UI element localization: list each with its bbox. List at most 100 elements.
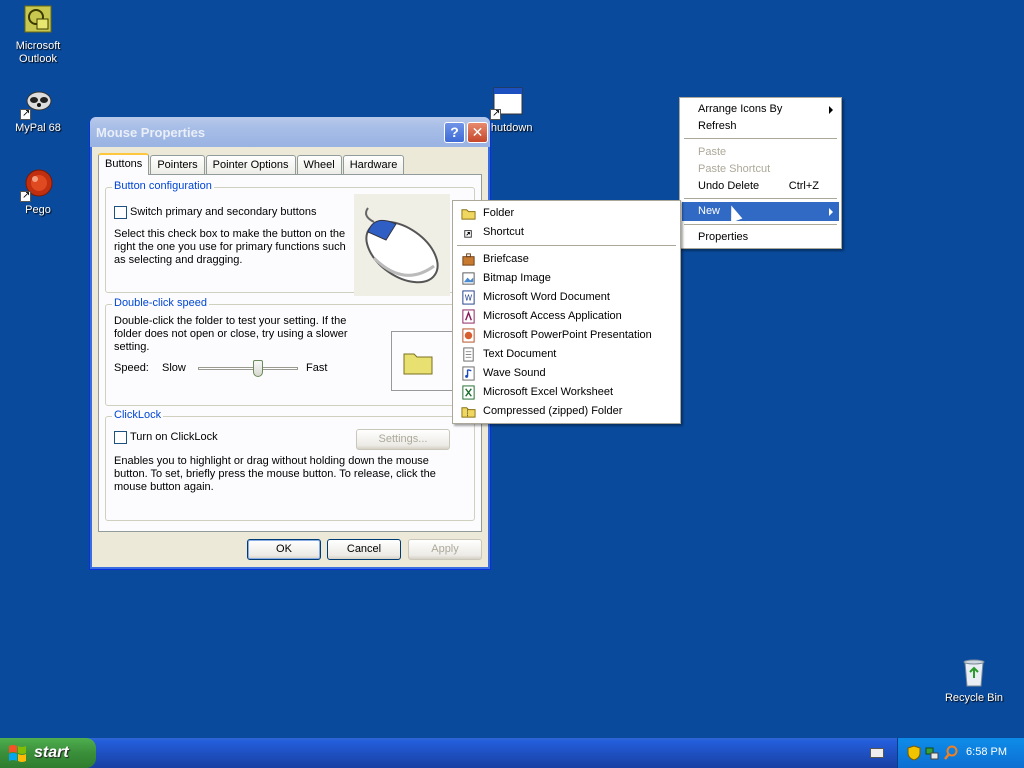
desktop-context-menu: Arrange Icons By Refresh Paste Paste Sho… — [679, 97, 842, 249]
mouse-icon — [365, 207, 439, 284]
clock[interactable]: 6:58 PM — [966, 746, 1007, 758]
mouse-properties-dialog: Mouse Properties ? ✕ Buttons Pointers Po… — [89, 117, 491, 570]
menu-item-label: Wave Sound — [483, 367, 546, 379]
folder-icon — [403, 353, 433, 375]
text-document-icon — [463, 347, 474, 362]
menu-item-label: Microsoft Access Application — [483, 310, 622, 322]
menu-item-label: Bitmap Image — [483, 272, 551, 284]
menu-separator — [684, 224, 837, 225]
tab-hardware[interactable]: Hardware — [342, 155, 405, 175]
desktop-icon-mypal[interactable]: MyPal 68 — [0, 86, 76, 135]
submenu-item-wave-sound[interactable]: Wave Sound — [455, 364, 678, 383]
speed-slider-track[interactable] — [198, 367, 298, 370]
tab-wheel[interactable]: Wheel — [296, 155, 342, 175]
menu-item-label: New — [698, 205, 721, 217]
menu-item-label: Briefcase — [483, 253, 529, 265]
network-icon[interactable] — [925, 745, 939, 761]
pego-icon — [20, 168, 54, 202]
excel-icon — [462, 385, 475, 400]
menu-item-properties[interactable]: Properties — [682, 228, 839, 247]
submenu-item-folder[interactable]: Folder — [455, 204, 678, 223]
menu-item-label: Undo Delete — [698, 180, 760, 192]
word-icon: W — [462, 290, 475, 305]
slider-ticks — [202, 383, 294, 385]
menu-item-new[interactable]: New — [682, 202, 839, 221]
group-title: ClickLock — [112, 409, 164, 421]
submenu-arrow-icon — [829, 106, 833, 114]
menu-item-refresh[interactable]: Refresh — [682, 117, 839, 136]
svg-text:W: W — [465, 293, 473, 302]
clicklock-description: Enables you to highlight or drag without… — [114, 455, 436, 493]
submenu-item-shortcut[interactable]: Shortcut — [455, 223, 678, 242]
bitmap-icon — [462, 272, 475, 285]
submenu-item-access[interactable]: Microsoft Access Application — [455, 307, 678, 326]
zip-folder-icon — [461, 407, 476, 418]
tab-pointer-options[interactable]: Pointer Options — [205, 155, 296, 175]
desktop-icon-recycle-bin[interactable]: Recycle Bin — [936, 656, 1012, 705]
raccoon-icon — [20, 86, 54, 120]
mouse-illustration — [354, 194, 450, 296]
group-title: Double-click speed — [112, 297, 209, 309]
submenu-item-excel[interactable]: Microsoft Excel Worksheet — [455, 383, 678, 402]
tab-buttons[interactable]: Buttons — [98, 153, 150, 175]
group-title: Button configuration — [112, 180, 214, 192]
clicklock-checkbox[interactable] — [114, 431, 127, 444]
keyboard-icon[interactable] — [870, 748, 884, 758]
menu-item-label: Properties — [698, 231, 749, 243]
speed-slider-thumb[interactable] — [253, 360, 263, 377]
submenu-item-zip-folder[interactable]: Compressed (zipped) Folder — [455, 402, 678, 421]
tab-pointers[interactable]: Pointers — [150, 155, 205, 175]
menu-item-label: Paste — [698, 146, 727, 158]
wave-sound-icon — [462, 366, 475, 381]
clicklock-label: Turn on ClickLock — [130, 431, 218, 443]
system-tray: 6:58 PM — [897, 738, 1024, 768]
submenu-item-bitmap[interactable]: Bitmap Image — [455, 269, 678, 288]
menu-item-label: Refresh — [698, 120, 737, 132]
security-shield-icon[interactable] — [907, 745, 921, 761]
submenu-item-word[interactable]: W Microsoft Word Document — [455, 288, 678, 307]
help-button[interactable]: ? — [444, 122, 465, 143]
briefcase-icon — [462, 253, 475, 266]
submenu-item-powerpoint[interactable]: Microsoft PowerPoint Presentation — [455, 326, 678, 345]
menu-item-label: Microsoft Word Document — [483, 291, 610, 303]
search-icon[interactable] — [943, 745, 959, 761]
shortcut-arrow-icon — [20, 107, 31, 120]
switch-buttons-label: Switch primary and secondary buttons — [130, 206, 317, 218]
fast-label: Fast — [306, 362, 328, 374]
submenu-item-text-document[interactable]: Text Document — [455, 345, 678, 364]
desktop-icon-outlook[interactable]: Microsoft Outlook — [0, 4, 76, 66]
close-button[interactable]: ✕ — [467, 122, 488, 143]
menu-item-label: Shortcut — [483, 226, 524, 238]
submenu-arrow-icon — [829, 208, 833, 216]
tab-strip: Buttons Pointers Pointer Options Wheel H… — [98, 153, 405, 175]
start-button[interactable]: start — [0, 738, 96, 768]
desktop-icon-pego[interactable]: Pego — [0, 168, 76, 217]
switch-buttons-checkbox[interactable] — [114, 206, 127, 219]
start-label: start — [34, 744, 69, 761]
cancel-button[interactable]: Cancel — [327, 539, 401, 560]
clicklock-group: ClickLock Turn on ClickLock Settings... … — [105, 409, 475, 521]
apply-button[interactable]: Apply — [408, 539, 482, 560]
clicklock-settings-button[interactable]: Settings... — [356, 429, 450, 450]
test-folder-area[interactable] — [391, 331, 461, 391]
close-icon: ✕ — [471, 124, 484, 140]
menu-separator — [684, 198, 837, 199]
ok-button[interactable]: OK — [247, 539, 321, 560]
folder-icon — [461, 209, 476, 220]
menu-item-label: Text Document — [483, 348, 557, 360]
powerpoint-icon — [462, 328, 475, 343]
menu-item-undo-delete[interactable]: Undo Delete Ctrl+Z — [682, 177, 839, 196]
button-config-description: Select this check box to make the button… — [114, 228, 346, 266]
dialog-title: Mouse Properties — [96, 125, 206, 140]
menu-item-label: Microsoft Excel Worksheet — [483, 386, 614, 398]
menu-separator — [684, 138, 837, 139]
recycle-bin-icon — [958, 656, 990, 688]
submenu-item-briefcase[interactable]: Briefcase — [455, 250, 678, 269]
menu-item-label: Microsoft PowerPoint Presentation — [483, 329, 652, 341]
double-click-speed-group: Double-click speed Double-click the fold… — [105, 297, 475, 406]
dialog-titlebar[interactable]: Mouse Properties ? ✕ — [90, 117, 490, 147]
button-configuration-group: Button configuration Switch primary and … — [105, 180, 475, 296]
menu-item-label: Paste Shortcut — [698, 163, 771, 175]
shortcut-icon — [464, 230, 472, 238]
outlook-icon — [22, 4, 54, 36]
